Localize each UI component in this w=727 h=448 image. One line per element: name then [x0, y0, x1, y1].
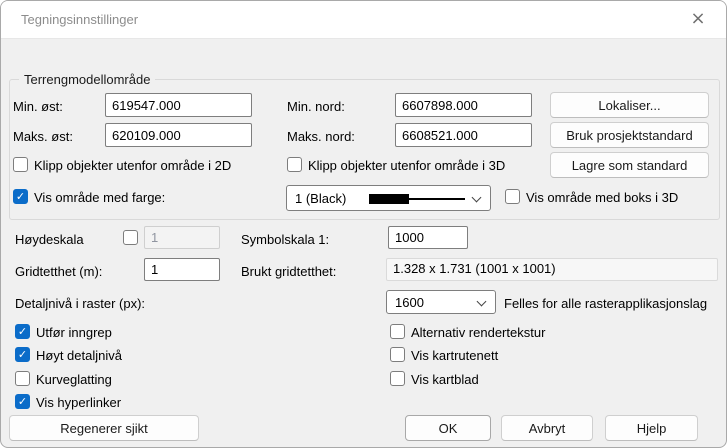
- show-map-sheet-checkbox[interactable]: [390, 371, 405, 386]
- cancel-button[interactable]: Avbryt: [501, 415, 593, 441]
- group-title: Terrengmodellområde: [19, 72, 155, 87]
- check-icon: ✓: [16, 325, 29, 338]
- symbol-scale-input[interactable]: [388, 226, 468, 249]
- show-hyperlinks-checkbox[interactable]: ✓: [15, 394, 30, 409]
- check-icon: [506, 190, 519, 203]
- raster-detail-select[interactable]: 1600: [386, 290, 496, 314]
- show-area-color-checkbox[interactable]: ✓: [13, 189, 28, 204]
- symbol-scale-label: Symbolskala 1:: [241, 232, 329, 248]
- perform-intervention-checkbox[interactable]: ✓: [15, 324, 30, 339]
- max-north-label: Maks. nord:: [287, 129, 355, 145]
- show-area-box-3d-checkbox[interactable]: [505, 189, 520, 204]
- titlebar[interactable]: Tegningsinnstillinger ×: [1, 1, 726, 39]
- show-area-color-label[interactable]: Vis område med farge:: [34, 190, 165, 205]
- regenerate-layer-button[interactable]: Regenerer sjikt: [9, 415, 199, 441]
- close-icon: ×: [690, 10, 705, 28]
- used-grid-density-value: 1.328 x 1.731 (1001 x 1001): [386, 258, 718, 281]
- clip-outside-2d-label[interactable]: Klipp objekter utenfor område i 2D: [34, 158, 231, 173]
- curve-smoothing-label[interactable]: Kurveglatting: [36, 372, 112, 387]
- high-detail-label[interactable]: Høyt detaljnivå: [36, 348, 122, 363]
- min-east-input[interactable]: [105, 93, 252, 117]
- use-project-standard-button[interactable]: Bruk prosjektstandard: [550, 122, 709, 148]
- min-north-input[interactable]: [395, 93, 532, 117]
- raster-detail-value: 1600: [395, 295, 424, 310]
- check-icon: ✓: [14, 190, 27, 203]
- check-icon: ✓: [16, 395, 29, 408]
- check-icon: [391, 372, 404, 385]
- window-title: Tegningsinnstillinger: [21, 12, 138, 27]
- alt-render-texture-checkbox[interactable]: [390, 324, 405, 339]
- localize-button[interactable]: Lokaliser...: [550, 92, 709, 118]
- check-icon: ✓: [16, 348, 29, 361]
- high-detail-checkbox[interactable]: ✓: [15, 347, 30, 362]
- max-north-input[interactable]: [395, 123, 532, 147]
- min-east-label: Min. øst:: [13, 99, 63, 115]
- clip-outside-3d-label[interactable]: Klipp objekter utenfor område i 3D: [308, 158, 505, 173]
- chevron-down-icon: [477, 297, 487, 307]
- alt-render-texture-label[interactable]: Alternativ rendertekstur: [411, 325, 545, 340]
- height-scale-label: Høydeskala: [15, 232, 84, 248]
- check-icon: [391, 325, 404, 338]
- height-scale-checkbox[interactable]: [123, 230, 138, 245]
- max-east-label: Maks. øst:: [13, 129, 73, 145]
- area-color-value: 1 (Black): [295, 191, 346, 206]
- raster-detail-label: Detaljnivå i raster (px):: [15, 296, 145, 312]
- help-button[interactable]: Hjelp: [605, 415, 698, 441]
- clip-outside-3d-checkbox[interactable]: [287, 157, 302, 172]
- ok-button[interactable]: OK: [405, 415, 491, 441]
- check-icon: [391, 348, 404, 361]
- check-icon: [14, 158, 27, 171]
- close-button[interactable]: ×: [676, 3, 720, 35]
- show-map-grid-checkbox[interactable]: [390, 347, 405, 362]
- min-north-label: Min. nord:: [287, 99, 345, 115]
- color-swatch: [369, 194, 409, 204]
- perform-intervention-label[interactable]: Utfør inngrep: [36, 325, 112, 340]
- grid-density-label: Gridtetthet (m):: [15, 264, 102, 280]
- drawing-settings-dialog: Tegningsinnstillinger × Terrengmodellomr…: [0, 0, 727, 448]
- height-scale-input: [144, 226, 220, 249]
- show-map-grid-label[interactable]: Vis kartrutenett: [411, 348, 498, 363]
- clip-outside-2d-checkbox[interactable]: [13, 157, 28, 172]
- show-area-box-3d-label[interactable]: Vis område med boks i 3D: [526, 190, 678, 205]
- curve-smoothing-checkbox[interactable]: [15, 371, 30, 386]
- raster-detail-note: Felles for alle rasterapplikasjonslag: [504, 296, 707, 311]
- max-east-input[interactable]: [105, 123, 252, 147]
- color-line-sample: [409, 198, 465, 200]
- check-icon: [124, 231, 137, 244]
- save-as-standard-button[interactable]: Lagre som standard: [550, 152, 709, 178]
- check-icon: [16, 372, 29, 385]
- area-color-select[interactable]: 1 (Black): [286, 185, 491, 211]
- show-hyperlinks-label[interactable]: Vis hyperlinker: [36, 395, 121, 410]
- check-icon: [288, 158, 301, 171]
- show-map-sheet-label[interactable]: Vis kartblad: [411, 372, 479, 387]
- chevron-down-icon: [472, 193, 482, 203]
- used-grid-density-label: Brukt gridtetthet:: [241, 264, 336, 280]
- grid-density-input[interactable]: [144, 258, 220, 281]
